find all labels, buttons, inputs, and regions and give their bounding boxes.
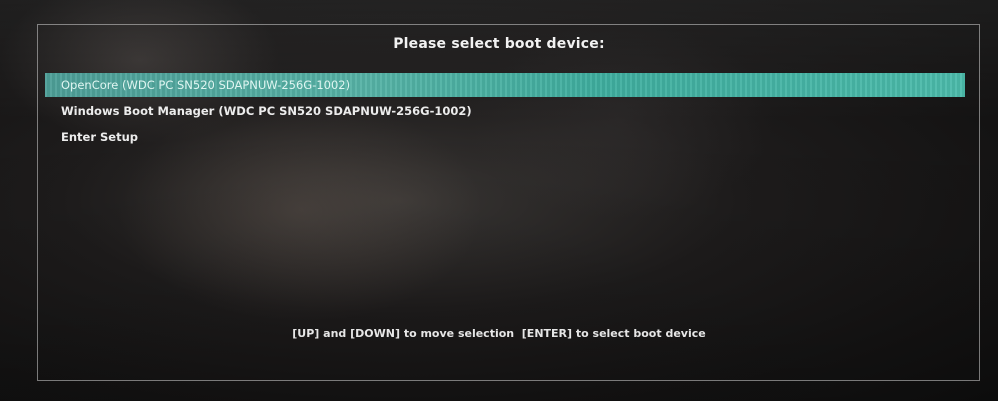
boot-option-windows-boot-manager[interactable]: Windows Boot Manager (WDC PC SN520 SDAPN…: [45, 99, 965, 123]
boot-option-opencore[interactable]: OpenCore (WDC PC SN520 SDAPNUW-256G-1002…: [45, 73, 965, 97]
boot-menu-title: Please select boot device:: [393, 36, 605, 52]
boot-option-enter-setup[interactable]: Enter Setup: [45, 125, 965, 149]
navigation-hint: [UP] and [DOWN] to move selection [ENTER…: [292, 327, 706, 340]
boot-device-list: OpenCore (WDC PC SN520 SDAPNUW-256G-1002…: [45, 73, 965, 151]
